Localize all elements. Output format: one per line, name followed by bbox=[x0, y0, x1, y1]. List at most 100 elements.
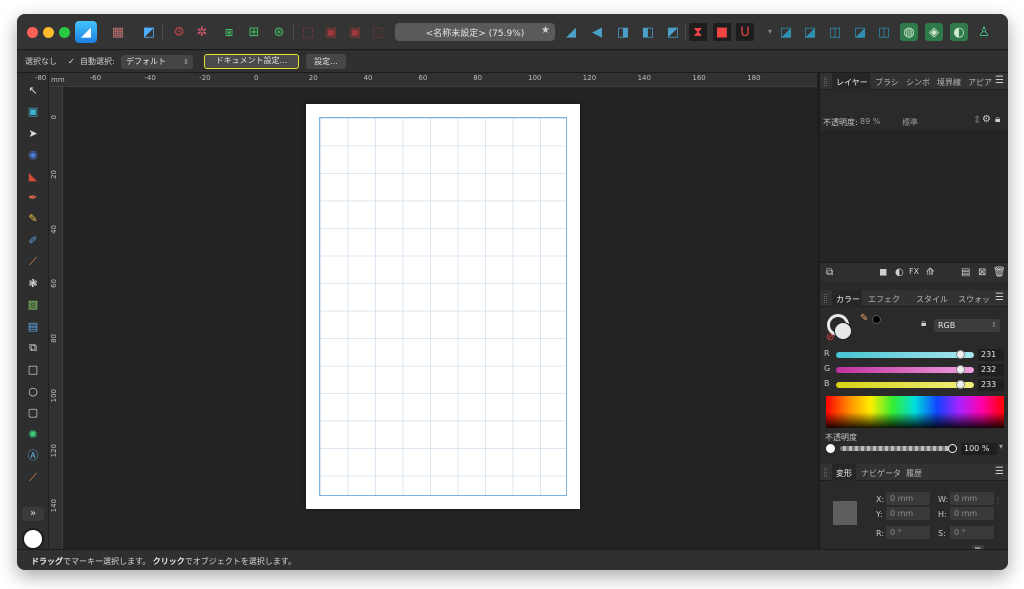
tab-color[interactable]: カラー bbox=[836, 294, 860, 305]
adjustment-icon[interactable]: ◐ bbox=[895, 268, 904, 278]
color-opacity-field[interactable]: 100 % bbox=[961, 443, 997, 455]
x-field[interactable]: 0 mm bbox=[886, 492, 930, 505]
lock-icon[interactable]: 🔒︎ bbox=[921, 319, 926, 329]
move-to-back-icon[interactable]: ⬚ bbox=[369, 23, 387, 41]
close-window-button[interactable] bbox=[27, 27, 38, 38]
trash-icon[interactable]: 🗑︎ bbox=[993, 268, 1006, 278]
settings-button[interactable]: 設定... bbox=[306, 54, 346, 69]
more-tools-button[interactable]: » bbox=[22, 507, 44, 521]
flip-horizontal-icon[interactable]: ◨ bbox=[614, 23, 632, 41]
link-aspect-icon[interactable]: ⫶ bbox=[997, 498, 999, 507]
star-icon[interactable]: ★ bbox=[541, 25, 550, 36]
panel-menu-icon[interactable]: ☰ bbox=[995, 466, 1004, 477]
fill-color-swatch[interactable] bbox=[834, 322, 852, 340]
green-value-field[interactable]: 232 bbox=[978, 364, 1004, 376]
tab-transform[interactable]: 変形 bbox=[836, 468, 852, 479]
fill-tool-icon[interactable]: ⟋ bbox=[25, 253, 41, 269]
layer-opacity-value[interactable]: 89 % bbox=[860, 117, 880, 126]
red-value-field[interactable]: 231 bbox=[978, 349, 1004, 361]
add-layer-icon[interactable]: ▤ bbox=[961, 268, 970, 278]
canvas-area[interactable] bbox=[63, 87, 817, 549]
gear-icon[interactable]: ⚙ bbox=[982, 115, 991, 125]
color-picker-icon[interactable]: ◐ bbox=[950, 23, 968, 41]
blend-mode-dropdown[interactable]: 標準 bbox=[902, 117, 918, 128]
vector-brush-tool-icon[interactable]: ✐ bbox=[25, 232, 41, 248]
red-slider[interactable] bbox=[836, 352, 974, 358]
boolean-add-icon[interactable]: ◪ bbox=[777, 23, 795, 41]
boolean-xor-icon[interactable]: ◪ bbox=[851, 23, 869, 41]
auto-select-checkbox[interactable]: ✓ bbox=[68, 57, 77, 66]
corner-tool-icon[interactable]: ◣ bbox=[25, 168, 41, 184]
tab-stroke[interactable]: 境界線 bbox=[937, 77, 961, 88]
artboard-tool-icon[interactable]: ▣ bbox=[25, 103, 41, 119]
shear-field[interactable]: 0 ° bbox=[950, 526, 994, 539]
assistant-icon[interactable]: ◍ bbox=[900, 23, 918, 41]
lock-icon[interactable]: 🔒︎ bbox=[995, 115, 1000, 125]
auto-select-dropdown[interactable]: デフォルト ⇕ bbox=[121, 55, 193, 69]
color-picker-icon[interactable]: ✎ bbox=[860, 314, 868, 324]
pencil-tool-icon[interactable]: ✎ bbox=[25, 210, 41, 226]
place-image-tool-icon[interactable]: ▤ bbox=[25, 318, 41, 334]
designer-persona-icon[interactable]: ◢ bbox=[75, 21, 97, 43]
add-pixel-layer-icon[interactable]: ⧉ bbox=[826, 268, 833, 278]
blue-value-field[interactable]: 233 bbox=[978, 379, 1004, 391]
pixel-persona-icon[interactable]: ▦ bbox=[109, 23, 127, 41]
y-field[interactable]: 0 mm bbox=[886, 507, 930, 520]
panel-menu-icon[interactable]: ☰ bbox=[995, 292, 1004, 303]
gear-icon[interactable]: ⚙ bbox=[170, 23, 188, 41]
color-spectrum[interactable] bbox=[826, 396, 1004, 428]
group-icon[interactable]: ⊠ bbox=[978, 268, 986, 278]
tab-symbols[interactable]: シンボ bbox=[906, 77, 930, 88]
stack-icon[interactable]: ⟰ bbox=[926, 268, 934, 278]
color-picker-tool-icon[interactable]: ⟋ bbox=[25, 469, 41, 485]
flip-vertical-icon[interactable]: ◧ bbox=[639, 23, 657, 41]
preferences-icon[interactable]: ◈ bbox=[925, 23, 943, 41]
rounded-rectangle-tool-icon[interactable]: ▢ bbox=[25, 404, 41, 420]
user-account-icon[interactable]: ♙ bbox=[975, 23, 993, 41]
tab-styles[interactable]: スタイル bbox=[916, 294, 948, 305]
deselect-button[interactable]: 選択なし bbox=[25, 56, 57, 67]
align-left-icon[interactable]: ◢ bbox=[562, 23, 580, 41]
zoom-window-button[interactable] bbox=[59, 27, 70, 38]
rotation-field[interactable]: 0 ° bbox=[886, 526, 930, 539]
panel-menu-icon[interactable]: ☰ bbox=[995, 75, 1004, 86]
snap-to-grid-icon[interactable]: ⧆ bbox=[220, 23, 238, 41]
artistic-text-tool-icon[interactable]: Ⓐ bbox=[25, 447, 41, 463]
red-slider-knob[interactable] bbox=[956, 350, 965, 359]
snapping-settings-icon[interactable]: ✲ bbox=[193, 23, 211, 41]
fx-icon[interactable]: FX bbox=[909, 268, 919, 276]
gradient-tool-icon[interactable]: ▨ bbox=[25, 296, 41, 312]
shape-tool-icon[interactable]: ✺ bbox=[25, 426, 41, 442]
crop-tool-icon[interactable]: ⧉ bbox=[25, 339, 41, 355]
panel-grip-icon[interactable] bbox=[824, 294, 827, 303]
move-back-icon[interactable]: ▣ bbox=[346, 23, 364, 41]
align-center-icon[interactable]: ◀ bbox=[588, 23, 606, 41]
export-persona-icon[interactable]: ◩ bbox=[140, 23, 158, 41]
layers-list[interactable] bbox=[820, 130, 1008, 262]
move-to-front-icon[interactable]: ⬚ bbox=[299, 23, 317, 41]
fill-color-swatch[interactable] bbox=[22, 528, 44, 550]
panel-grip-icon[interactable] bbox=[824, 77, 827, 86]
blue-slider-knob[interactable] bbox=[956, 380, 965, 389]
snap-to-center-icon[interactable]: ⊛ bbox=[270, 23, 288, 41]
move-tool-icon[interactable]: ↖ bbox=[25, 82, 41, 98]
document-page[interactable] bbox=[306, 104, 580, 509]
document-setup-button[interactable]: ドキュメント設定... bbox=[204, 54, 299, 69]
transform-origin-icon[interactable]: ⧗ bbox=[689, 23, 707, 41]
node-tool-icon[interactable]: ➤ bbox=[25, 125, 41, 141]
tab-effects[interactable]: エフェク bbox=[868, 294, 900, 305]
snap-to-object-icon[interactable]: ⊞ bbox=[245, 23, 263, 41]
tab-brushes[interactable]: ブラシ bbox=[875, 77, 899, 88]
pen-tool-icon[interactable]: ✒ bbox=[25, 189, 41, 205]
tab-appearance[interactable]: アピア bbox=[968, 77, 992, 88]
tab-history[interactable]: 履歴 bbox=[906, 468, 922, 479]
anchor-selector[interactable] bbox=[833, 501, 857, 525]
tab-swatches[interactable]: スウォッ bbox=[958, 294, 990, 305]
boolean-divide-icon[interactable]: ◫ bbox=[875, 23, 893, 41]
opacity-slider[interactable] bbox=[840, 446, 952, 451]
blue-slider[interactable] bbox=[836, 382, 974, 388]
picked-color-swatch[interactable] bbox=[872, 315, 881, 324]
none-color-icon[interactable]: ⊘ bbox=[826, 333, 834, 343]
transparency-tool-icon[interactable]: ❃ bbox=[25, 275, 41, 291]
tab-layers[interactable]: レイヤー bbox=[836, 77, 868, 88]
